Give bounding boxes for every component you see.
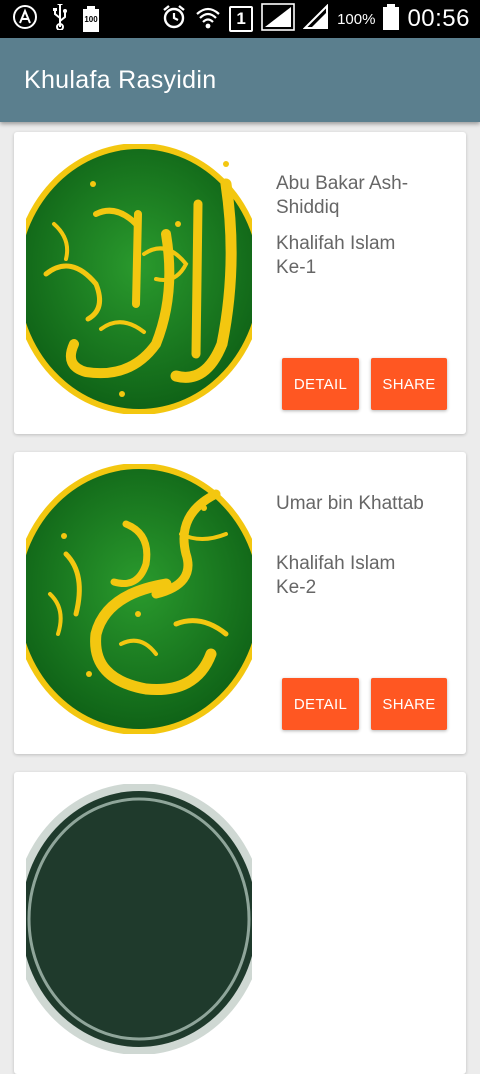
caliph-role: Khalifah Islam Ke-1: [276, 233, 396, 278]
caliph-role: Khalifah Islam Ke-2: [276, 553, 396, 598]
detail-button[interactable]: DETAIL: [282, 358, 359, 410]
detail-button[interactable]: DETAIL: [282, 678, 359, 730]
signal-icon: [302, 3, 329, 35]
page-title: Khulafa Rasyidin: [24, 66, 217, 94]
caliph-name: Umar bin Khattab: [276, 493, 424, 514]
share-button[interactable]: SHARE: [371, 358, 447, 410]
signal-icon: [261, 2, 295, 36]
app-logo-icon: [12, 4, 38, 35]
battery-full-icon: 100: [82, 6, 100, 32]
alarm-icon: [161, 4, 187, 35]
abu-bakar-calligraphy-image: [14, 143, 265, 415]
usb-icon: [52, 1, 68, 35]
calligraphy-image: [14, 783, 265, 1055]
battery-icon: [383, 3, 400, 35]
caliph-card[interactable]: Abu Bakar Ash-Shiddiq Khalifah Islam Ke-…: [14, 132, 466, 434]
share-button[interactable]: SHARE: [371, 678, 447, 730]
battery-percent: 100%: [337, 10, 376, 28]
sim-indicator: 1: [229, 6, 254, 32]
battery-level-label: 100: [84, 15, 98, 24]
status-bar: 100 1 100% 00:56: [0, 0, 480, 38]
caliph-name: Abu Bakar Ash-Shiddiq: [276, 173, 409, 218]
clock: 00:56: [407, 5, 470, 32]
wifi-icon: [195, 4, 221, 35]
caliph-card[interactable]: [14, 772, 466, 1074]
app-toolbar: Khulafa Rasyidin: [0, 38, 480, 122]
caliph-card[interactable]: Umar bin Khattab Khalifah Islam Ke-2 DET…: [14, 452, 466, 754]
umar-calligraphy-image: [14, 463, 265, 735]
